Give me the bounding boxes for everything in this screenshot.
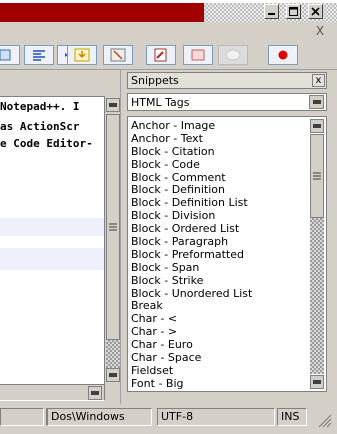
toolbar-button[interactable] xyxy=(103,45,133,65)
maximize-icon xyxy=(289,7,298,16)
snippet-item[interactable]: Block - Preformatted xyxy=(131,248,252,262)
title-bar-active-region xyxy=(0,3,204,22)
scroll-right-button[interactable] xyxy=(88,386,102,400)
snippet-list-scrollbar[interactable] xyxy=(309,118,325,390)
scroll-track[interactable] xyxy=(310,218,324,374)
toolbar-button[interactable] xyxy=(146,45,176,65)
editor-line: Notepad++. I xyxy=(0,100,80,113)
minimize-icon xyxy=(268,13,275,15)
snippet-list[interactable]: Anchor - Image Anchor - Text Block - Citat… xyxy=(127,116,327,392)
scroll-right-icon xyxy=(91,391,99,395)
scroll-up-icon xyxy=(313,124,321,128)
toolbar-button[interactable] xyxy=(0,45,20,65)
status-eol: Dos\Windows xyxy=(47,408,152,426)
scroll-down-icon xyxy=(313,380,321,384)
snippet-item[interactable]: Block - Code xyxy=(131,158,252,172)
document-icon xyxy=(0,49,11,61)
record-macro-icon xyxy=(278,50,288,60)
scroll-down-icon xyxy=(109,373,117,377)
scroll-track[interactable] xyxy=(106,340,120,368)
scroll-thumb[interactable] xyxy=(310,134,324,218)
resize-grip[interactable] xyxy=(316,412,332,428)
toolbar-button[interactable] xyxy=(218,45,248,65)
snippet-item[interactable]: Block - Span xyxy=(131,261,252,275)
snippet-item[interactable]: Block - Citation xyxy=(131,145,252,159)
snippets-close-button[interactable]: x xyxy=(312,74,325,87)
close-window-button[interactable] xyxy=(308,4,323,19)
record-disabled-icon xyxy=(225,49,241,61)
resize-grip-icon xyxy=(318,414,332,428)
close-icon xyxy=(311,7,320,16)
line-highlight xyxy=(0,248,104,270)
minimize-button[interactable] xyxy=(264,4,279,19)
status-segment xyxy=(0,408,44,426)
snippet-list-items: Anchor - Image Anchor - Text Block - Citat… xyxy=(131,119,252,391)
status-insert-mode: INS xyxy=(277,408,307,426)
window-icon xyxy=(191,49,205,61)
image-icon xyxy=(110,48,126,62)
editor-vertical-scrollbar[interactable] xyxy=(104,96,120,400)
snippet-item[interactable]: Font - Big xyxy=(131,377,252,391)
grip-icon xyxy=(109,223,117,231)
toolbar-button[interactable] xyxy=(268,45,298,65)
status-encoding: UTF-8 xyxy=(157,408,275,426)
snippet-item[interactable]: Anchor - Text xyxy=(131,132,252,146)
snippet-category-selected: HTML Tags xyxy=(131,96,190,109)
scroll-down-button[interactable] xyxy=(310,375,324,389)
editor-horizontal-scrollbar[interactable] xyxy=(0,384,104,400)
grip-icon xyxy=(313,172,321,180)
maximize-button[interactable] xyxy=(286,4,301,19)
scroll-thumb[interactable] xyxy=(106,114,120,340)
editor-line: e Code Editor- xyxy=(0,137,93,150)
edit-icon xyxy=(154,48,167,62)
line-highlight xyxy=(0,218,104,236)
toolbar-button[interactable] xyxy=(67,45,97,65)
menu-bar xyxy=(0,22,337,42)
scroll-up-button[interactable] xyxy=(310,119,324,133)
snippet-item[interactable]: Block - Paragraph xyxy=(131,235,252,249)
align-left-icon xyxy=(33,50,45,61)
snippet-item[interactable]: Anchor - Image xyxy=(131,119,252,133)
scroll-up-button[interactable] xyxy=(106,98,120,112)
panel-splitter[interactable] xyxy=(120,70,127,404)
toolbar-button[interactable] xyxy=(24,45,54,65)
snippet-item[interactable]: Fieldset xyxy=(131,364,252,378)
download-icon xyxy=(74,48,90,62)
snippet-item[interactable]: Block - Strike xyxy=(131,274,252,288)
scroll-up-icon xyxy=(109,103,117,107)
snippet-item[interactable]: Char - Space xyxy=(131,351,252,365)
close-document-button[interactable]: X xyxy=(314,24,326,38)
scroll-down-button[interactable] xyxy=(106,368,120,382)
editor-line: as ActionScr xyxy=(0,120,80,133)
chevron-down-icon xyxy=(312,100,321,104)
snippets-panel-title: Snippets xyxy=(131,74,179,87)
toolbar-button[interactable] xyxy=(183,45,213,65)
dropdown-button[interactable] xyxy=(309,95,324,109)
